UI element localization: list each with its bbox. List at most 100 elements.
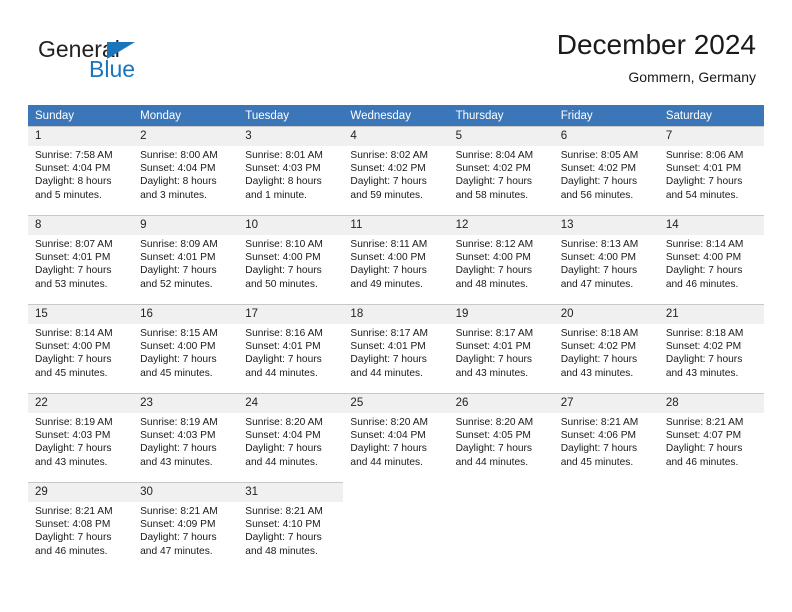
day-number[interactable]: 27 [553,393,659,413]
day-cell[interactable]: Sunrise: 8:06 AM Sunset: 4:01 PM Dayligh… [658,146,764,216]
sunrise-text: Sunrise: 8:02 AM [350,150,429,161]
daylight-text-line1: Daylight: 7 hours [245,443,322,455]
day-number[interactable]: 12 [448,215,554,235]
day-number[interactable]: 22 [28,393,134,413]
daylight-text-line1: Daylight: 7 hours [665,354,743,366]
day-cell[interactable]: Sunrise: 8:02 AM Sunset: 4:02 PM Dayligh… [343,146,449,216]
day-cell[interactable]: Sunrise: 8:20 AM Sunset: 4:04 PM Dayligh… [238,413,344,483]
day-number[interactable]: 31 [238,482,344,502]
day-number-empty [553,482,659,502]
day-number[interactable]: 21 [658,304,764,324]
day-number[interactable]: 25 [343,393,449,413]
day-number[interactable]: 15 [28,304,134,324]
day-cell[interactable]: Sunrise: 8:04 AM Sunset: 4:02 PM Dayligh… [448,146,554,216]
daylight-text-line2: and 46 minutes. [665,278,739,290]
page-subtitle: Gommern, Germany [628,69,756,85]
sunset-text: Sunset: 4:09 PM [140,519,216,531]
day-cell[interactable]: Sunrise: 8:17 AM Sunset: 4:01 PM Dayligh… [448,324,554,394]
week-detail-row: Sunrise: 8:07 AM Sunset: 4:01 PM Dayligh… [28,235,764,305]
brand-logo[interactable]: General Blue [38,36,268,88]
daylight-text-line1: Daylight: 7 hours [455,443,533,455]
daylight-text-line1: Daylight: 7 hours [350,443,427,455]
day-cell[interactable]: Sunrise: 8:20 AM Sunset: 4:05 PM Dayligh… [448,413,554,483]
day-number[interactable]: 19 [448,304,554,324]
day-cell[interactable]: Sunrise: 8:17 AM Sunset: 4:01 PM Dayligh… [343,324,449,394]
sunset-text: Sunset: 4:00 PM [560,252,637,264]
sunset-text: Sunset: 4:01 PM [245,341,321,353]
day-cell[interactable]: Sunrise: 8:21 AM Sunset: 4:10 PM Dayligh… [238,502,344,571]
day-number[interactable]: 16 [133,304,239,324]
day-cell[interactable]: Sunrise: 8:21 AM Sunset: 4:08 PM Dayligh… [28,502,134,571]
daylight-text-line2: and 58 minutes. [455,189,529,201]
day-cell[interactable]: Sunrise: 8:13 AM Sunset: 4:00 PM Dayligh… [553,235,659,305]
day-cell[interactable]: Sunrise: 7:58 AM Sunset: 4:04 PM Dayligh… [28,146,134,216]
page-header: General Blue December 2024 Gommern, Germ… [0,0,792,100]
week-detail-row: Sunrise: 7:58 AM Sunset: 4:04 PM Dayligh… [28,146,764,216]
day-number[interactable]: 11 [343,215,449,235]
daylight-text-line2: and 47 minutes. [140,545,213,557]
day-cell[interactable]: Sunrise: 8:09 AM Sunset: 4:01 PM Dayligh… [133,235,239,305]
day-number[interactable]: 18 [343,304,449,324]
sunrise-text: Sunrise: 8:20 AM [455,417,534,428]
day-number[interactable]: 29 [28,482,134,502]
day-number[interactable]: 17 [238,304,344,324]
day-cell[interactable]: Sunrise: 8:19 AM Sunset: 4:03 PM Dayligh… [28,413,134,483]
day-number[interactable]: 26 [448,393,554,413]
day-cell[interactable]: Sunrise: 8:10 AM Sunset: 4:00 PM Dayligh… [238,235,344,305]
day-number-empty [658,482,764,502]
daylight-text-line1: Daylight: 7 hours [560,265,638,277]
daylight-text-line1: Daylight: 7 hours [245,354,322,366]
day-cell[interactable]: Sunrise: 8:20 AM Sunset: 4:04 PM Dayligh… [343,413,449,483]
week-daynum-row: 8 9 10 11 12 13 14 [28,215,764,235]
day-number[interactable]: 9 [133,215,239,235]
day-cell[interactable]: Sunrise: 8:01 AM Sunset: 4:03 PM Dayligh… [238,146,344,216]
day-number[interactable]: 4 [343,126,449,146]
day-cell[interactable]: Sunrise: 8:19 AM Sunset: 4:03 PM Dayligh… [133,413,239,483]
day-cell[interactable]: Sunrise: 8:21 AM Sunset: 4:07 PM Dayligh… [658,413,764,483]
day-number[interactable]: 28 [658,393,764,413]
day-number[interactable]: 3 [238,126,344,146]
day-number[interactable]: 24 [238,393,344,413]
day-number[interactable]: 23 [133,393,239,413]
day-cell[interactable]: Sunrise: 8:21 AM Sunset: 4:06 PM Dayligh… [553,413,659,483]
daylight-text-line2: and 53 minutes. [35,278,108,290]
day-cell[interactable]: Sunrise: 8:14 AM Sunset: 4:00 PM Dayligh… [28,324,134,394]
sunset-text: Sunset: 4:01 PM [455,341,531,353]
day-cell[interactable]: Sunrise: 8:07 AM Sunset: 4:01 PM Dayligh… [28,235,134,305]
sunset-text: Sunset: 4:02 PM [455,163,531,175]
sunrise-text: Sunrise: 8:14 AM [665,239,744,250]
day-number[interactable]: 7 [658,126,764,146]
day-number[interactable]: 10 [238,215,344,235]
sunrise-text: Sunrise: 8:20 AM [245,417,323,428]
day-number[interactable]: 13 [553,215,659,235]
day-cell[interactable]: Sunrise: 8:16 AM Sunset: 4:01 PM Dayligh… [238,324,344,394]
day-number[interactable]: 2 [133,126,239,146]
sunrise-text: Sunrise: 8:20 AM [350,417,429,428]
week-detail-row: Sunrise: 8:19 AM Sunset: 4:03 PM Dayligh… [28,413,764,483]
day-number[interactable]: 1 [28,126,134,146]
day-cell[interactable]: Sunrise: 8:00 AM Sunset: 4:04 PM Dayligh… [133,146,239,216]
sunrise-text: Sunrise: 8:14 AM [35,328,113,339]
sunrise-text: Sunrise: 8:19 AM [35,417,113,428]
day-cell[interactable]: Sunrise: 8:14 AM Sunset: 4:00 PM Dayligh… [658,235,764,305]
day-cell[interactable]: Sunrise: 8:11 AM Sunset: 4:00 PM Dayligh… [343,235,449,305]
day-cell[interactable]: Sunrise: 8:05 AM Sunset: 4:02 PM Dayligh… [553,146,659,216]
day-number-empty [343,482,449,502]
day-number[interactable]: 8 [28,215,134,235]
daylight-text-line1: Daylight: 7 hours [350,176,427,188]
day-cell[interactable]: Sunrise: 8:18 AM Sunset: 4:02 PM Dayligh… [553,324,659,394]
day-cell[interactable]: Sunrise: 8:15 AM Sunset: 4:00 PM Dayligh… [133,324,239,394]
daylight-text-line2: and 3 minutes. [140,189,207,201]
day-number[interactable]: 5 [448,126,554,146]
weekday-header-saturday: Saturday [658,105,764,127]
daylight-text-line1: Daylight: 7 hours [560,443,638,455]
day-number[interactable]: 20 [553,304,659,324]
day-cell[interactable]: Sunrise: 8:21 AM Sunset: 4:09 PM Dayligh… [133,502,239,571]
daylight-text-line2: and 45 minutes. [560,456,634,468]
sunrise-text: Sunrise: 8:18 AM [665,328,744,339]
day-number[interactable]: 6 [553,126,659,146]
day-cell[interactable]: Sunrise: 8:18 AM Sunset: 4:02 PM Dayligh… [658,324,764,394]
day-number[interactable]: 30 [133,482,239,502]
day-cell[interactable]: Sunrise: 8:12 AM Sunset: 4:00 PM Dayligh… [448,235,554,305]
day-number[interactable]: 14 [658,215,764,235]
